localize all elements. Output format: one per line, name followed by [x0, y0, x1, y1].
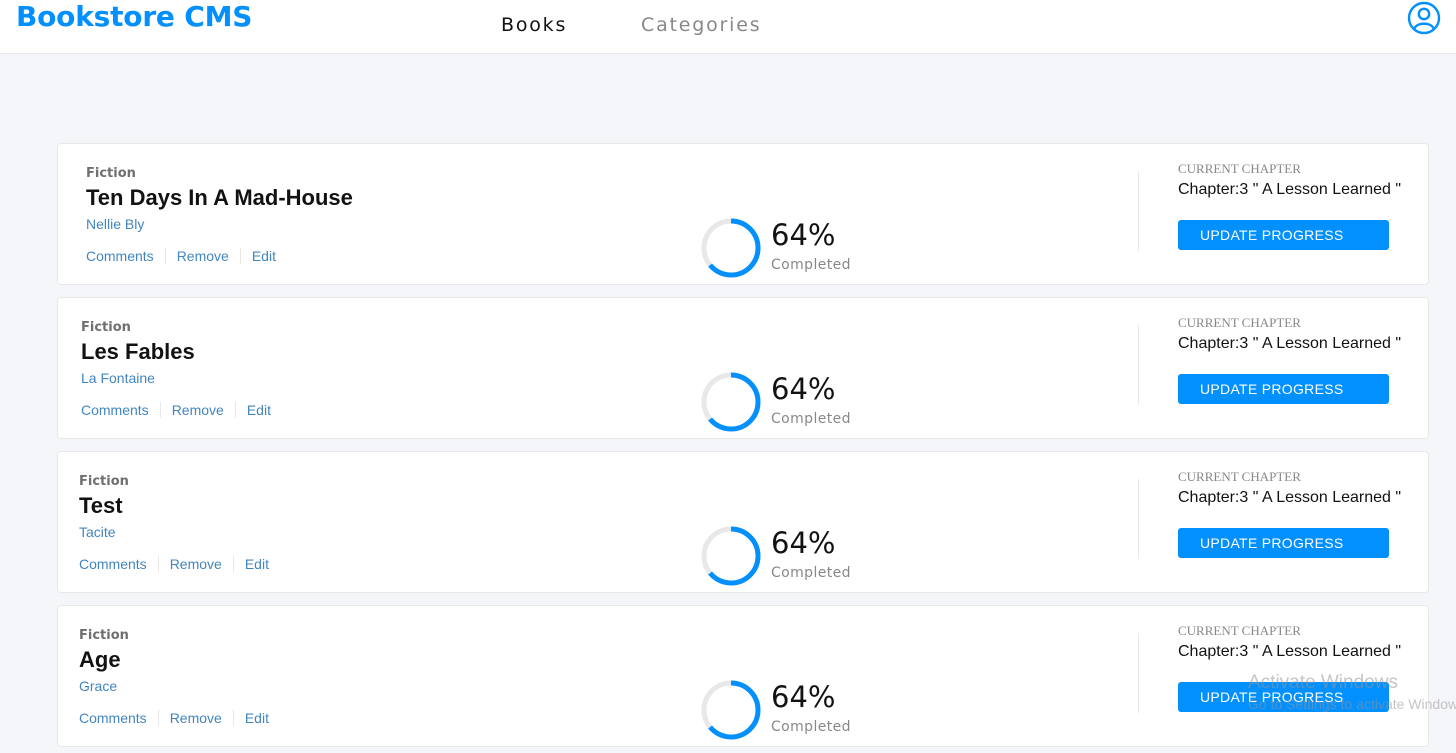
action-separator [234, 402, 236, 418]
remove-link[interactable]: Remove [177, 248, 229, 264]
book-title: Les Fables [81, 339, 195, 364]
action-separator [232, 556, 234, 572]
vertical-divider [1138, 325, 1139, 405]
remove-link[interactable]: Remove [170, 556, 222, 572]
progress-percent: 64% [771, 680, 836, 714]
vertical-divider [1138, 479, 1139, 559]
progress-status: Completed [771, 565, 851, 581]
progress-ring [701, 680, 761, 740]
action-separator [157, 710, 159, 726]
update-progress-button[interactable]: UPDATE PROGRESS [1178, 528, 1389, 558]
watermark-subtitle: Go to Settings to activate Windows. [1248, 696, 1456, 712]
top-navbar: Bookstore CMS Books Categories [0, 0, 1456, 54]
nav-books[interactable]: Books [501, 14, 567, 36]
current-chapter: Chapter:3 " A Lesson Learned " [1178, 335, 1402, 352]
current-chapter-label: CURRENT CHAPTER [1178, 161, 1301, 176]
book-card: Fiction Test Tacite Comments Remove Edit 64% Co… [57, 451, 1429, 593]
current-chapter-label: CURRENT CHAPTER [1178, 469, 1301, 484]
book-card: Fiction Les Fables La Fontaine Comments Remo… [57, 297, 1429, 439]
nav-categories[interactable]: Categories [641, 14, 761, 36]
book-title: Age [79, 647, 121, 672]
comments-link[interactable]: Comments [81, 402, 149, 418]
book-actions: Comments Remove Edit [79, 710, 269, 726]
book-actions: Comments Remove Edit [86, 248, 276, 264]
book-actions: Comments Remove Edit [79, 556, 269, 572]
current-chapter: Chapter:3 " A Lesson Learned " [1178, 489, 1402, 506]
update-progress-button[interactable]: UPDATE PROGRESS [1178, 374, 1389, 404]
user-circle-icon[interactable] [1407, 1, 1441, 35]
book-genre: Fiction [79, 628, 129, 643]
edit-link[interactable]: Edit [245, 556, 269, 572]
current-chapter-label: CURRENT CHAPTER [1178, 315, 1301, 330]
remove-link[interactable]: Remove [172, 402, 224, 418]
progress-status: Completed [771, 257, 851, 273]
watermark-title: Activate Windows [1248, 672, 1398, 693]
book-author[interactable]: Tacite [79, 524, 116, 540]
action-separator [159, 402, 161, 418]
book-genre: Fiction [79, 474, 129, 489]
progress-status: Completed [771, 719, 851, 735]
comments-link[interactable]: Comments [79, 710, 147, 726]
book-card: Fiction Ten Days In A Mad-House Nellie Bly… [57, 143, 1429, 285]
progress-percent: 64% [771, 372, 836, 406]
edit-link[interactable]: Edit [247, 402, 271, 418]
book-author[interactable]: Nellie Bly [86, 216, 144, 232]
comments-link[interactable]: Comments [86, 248, 154, 264]
remove-link[interactable]: Remove [170, 710, 222, 726]
action-separator [164, 248, 166, 264]
progress-ring [701, 372, 761, 432]
windows-activation-watermark: Activate Windows Go to Settings to activ… [1248, 672, 1456, 712]
progress-status: Completed [771, 411, 851, 427]
progress-percent: 64% [771, 526, 836, 560]
update-progress-button[interactable]: UPDATE PROGRESS [1178, 220, 1389, 250]
book-author[interactable]: Grace [79, 678, 117, 694]
current-chapter: Chapter:3 " A Lesson Learned " [1178, 181, 1402, 198]
edit-link[interactable]: Edit [245, 710, 269, 726]
comments-link[interactable]: Comments [79, 556, 147, 572]
book-title: Ten Days In A Mad-House [86, 185, 353, 210]
book-genre: Fiction [86, 166, 136, 181]
book-author[interactable]: La Fontaine [81, 370, 155, 386]
edit-link[interactable]: Edit [252, 248, 276, 264]
book-title: Test [79, 493, 123, 518]
book-card: Fiction Age Grace Comments Remove Edit 64% Comp… [57, 605, 1429, 747]
vertical-divider [1138, 171, 1139, 251]
current-chapter: Chapter:3 " A Lesson Learned " [1178, 643, 1402, 660]
current-chapter-label: CURRENT CHAPTER [1178, 623, 1301, 638]
book-actions: Comments Remove Edit [81, 402, 271, 418]
book-genre: Fiction [81, 320, 131, 335]
vertical-divider [1138, 633, 1139, 713]
progress-percent: 64% [771, 218, 836, 252]
progress-ring [701, 526, 761, 586]
app-logo[interactable]: Bookstore CMS [16, 0, 252, 33]
action-separator [239, 248, 241, 264]
progress-ring [701, 218, 761, 278]
action-separator [157, 556, 159, 572]
action-separator [232, 710, 234, 726]
